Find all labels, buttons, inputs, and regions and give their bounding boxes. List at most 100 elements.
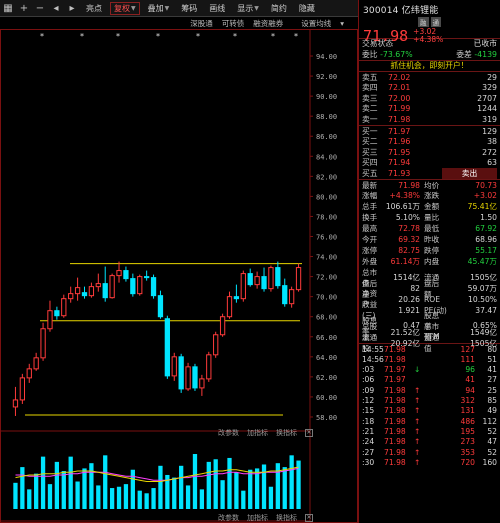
bid-row[interactable]: 买三 71.95 272 <box>359 147 500 158</box>
tick-row: :27 71.98 ↑ 353 52 <box>359 447 500 457</box>
display-button[interactable]: 显示 ▼ <box>233 2 263 15</box>
stat-row: 今开 69.32 昨收 68.96 <box>359 234 500 245</box>
ask-volume: 1244 <box>477 104 497 114</box>
indicator-bar <box>34 473 39 509</box>
bid-price: 71.97 <box>388 126 411 136</box>
stat-label: 内盘 <box>424 256 440 266</box>
stock-badges: 融 通 <box>363 17 496 27</box>
indicator-bar <box>206 461 211 509</box>
ask-row[interactable]: 卖二 71.99 1244 <box>359 103 500 114</box>
stat-value: 21.52亿 <box>390 327 420 337</box>
ask-row[interactable]: 卖四 72.01 329 <box>359 82 500 93</box>
chips-button[interactable]: 筹码 <box>177 2 201 15</box>
grid-icon[interactable]: ▦ <box>1 1 15 15</box>
y-tick-label: 68.00 <box>316 314 337 322</box>
arrow-up-icon: ↑ <box>414 426 421 436</box>
plus-icon[interactable]: + <box>17 1 31 15</box>
candle-body <box>61 298 67 317</box>
change-pct: +4.38% <box>413 35 444 44</box>
chart-border <box>0 29 358 523</box>
ma-settings-link[interactable]: 设置均线 ▾ <box>292 18 344 29</box>
hide-button[interactable]: 隐藏 <box>295 2 319 15</box>
arrow-left-icon[interactable]: ◂ <box>49 1 63 15</box>
tick-count: 52 <box>487 426 497 436</box>
promo-text[interactable]: 抓住机会，即刻开户！ <box>391 60 469 71</box>
stat-value: 5.10% <box>395 213 420 223</box>
indicator-bar <box>227 457 232 509</box>
tick-row: :18 71.98 ↑ 486 112 <box>359 416 500 426</box>
close-icon[interactable]: ✕ <box>305 513 313 522</box>
ask-book: 卖五 72.02 29 卖四 72.01 329 卖三 72.00 2707 卖二 71.99 124… <box>359 70 500 125</box>
bid-price: 71.95 <box>388 147 411 157</box>
stat-label: 金额 <box>424 202 440 212</box>
ask-volume: 319 <box>482 114 497 124</box>
promo-banner[interactable]: 抓住机会，即刻开户！ <box>359 59 500 71</box>
y-tick-label: 64.00 <box>316 354 337 362</box>
tick-time: :21 <box>362 426 375 436</box>
indicator-bar <box>179 465 184 509</box>
indicator-bar <box>68 456 73 509</box>
arrow-up-icon: ↑ <box>414 406 421 416</box>
edit-params-button[interactable]: 改参数 <box>218 428 239 438</box>
restore-rights-button[interactable]: 复权 ▼ <box>110 1 140 15</box>
y-tick-label: 76.00 <box>316 234 337 242</box>
ask-row[interactable]: 卖五 72.02 29 <box>359 72 500 83</box>
tick-row: :06 71.97 41 27 <box>359 375 500 385</box>
highlight-button[interactable]: 亮点 <box>82 2 106 15</box>
tick-time: :06 <box>362 375 375 385</box>
add-indicator-button[interactable]: 加指标 <box>247 428 268 438</box>
close-icon[interactable]: ✕ <box>305 428 313 437</box>
arrow-right-icon[interactable]: ▸ <box>65 1 79 15</box>
sell-button[interactable]: 卖出 <box>442 167 497 179</box>
switch-indicator-button[interactable]: 换指标 <box>276 513 297 523</box>
y-tick-label: 78.00 <box>316 213 337 221</box>
stat-value: 45.47万 <box>467 256 497 266</box>
bid-row[interactable]: 买四 71.94 63 <box>359 157 500 168</box>
stat-row: 外盘 61.14万 内盘 45.47万 <box>359 256 500 267</box>
simple-button[interactable]: 简约 <box>267 2 291 15</box>
tick-time: :18 <box>362 416 375 426</box>
kline-chart-area: ▦ + − ◂ ▸ 亮点 复权 ▼ 叠加 ▼ 筹码 画线 显示 ▼ 简约 隐藏 深股通… <box>0 0 358 523</box>
y-tick-label: 72.00 <box>316 274 337 282</box>
indicator-bar <box>20 467 25 509</box>
tick-volume: 486 <box>460 416 476 426</box>
indicator-bar <box>275 463 280 509</box>
marker-star: * <box>40 32 44 41</box>
ask-row[interactable]: 卖三 72.00 2707 <box>359 93 500 104</box>
bid-row[interactable]: 买二 71.96 38 <box>359 136 500 147</box>
arrow-up-icon: ↑ <box>414 447 421 457</box>
indicator-bar <box>254 468 260 509</box>
tick-time: :30 <box>362 457 375 467</box>
tick-count: 51 <box>487 354 497 364</box>
quote-panel: 300014 亿纬锂能 融 通 71.98 +3.02 +4.38% 交易状态 … <box>358 0 500 523</box>
y-tick-label: 86.00 <box>316 133 337 141</box>
y-tick-label: 82.00 <box>316 173 337 181</box>
overlay-button[interactable]: 叠加 ▼ <box>144 2 174 15</box>
tick-time: 14:55 <box>362 344 384 354</box>
tick-count: 160 <box>482 457 498 467</box>
bid-row[interactable]: 买一 71.97 129 <box>359 126 500 137</box>
stat-value: 61.14万 <box>390 256 420 266</box>
margin-trading-link[interactable]: 融资融券 <box>253 18 283 29</box>
convertible-bond-link[interactable]: 可转债 <box>222 18 245 29</box>
candle-body <box>199 378 205 389</box>
stat-label: 均价 <box>424 180 440 190</box>
tick-row: :30 71.98 ↑ 720 160 <box>359 457 500 467</box>
tick-price: 71.97 <box>384 375 406 385</box>
minus-icon[interactable]: − <box>33 1 47 15</box>
stat-value: 10.50% <box>468 294 497 304</box>
hk-connect-link[interactable]: 深股通 <box>190 18 213 29</box>
y-tick-label: 88.00 <box>316 113 337 121</box>
indicator-bar <box>109 488 115 509</box>
bid-level-label: 买二 <box>362 137 378 147</box>
indicator-bar <box>75 481 80 509</box>
edit-params-button[interactable]: 改参数 <box>218 513 239 523</box>
add-indicator-button[interactable]: 加指标 <box>247 513 268 523</box>
kline-svg[interactable]: * * * * * * * * 94.00 92.00 90.00 88.00 86.00 84.00 82… <box>0 29 358 523</box>
switch-indicator-button[interactable]: 换指标 <box>276 428 297 438</box>
tick-list: 14:55 71.98 127 80 14:56 71.98 111 51:03 71.97 ↓ 9… <box>359 342 500 468</box>
candle-body <box>295 267 302 291</box>
ask-row[interactable]: 卖一 71.98 319 <box>359 114 500 125</box>
draw-line-button[interactable]: 画线 <box>205 2 229 15</box>
bid-row[interactable]: 买五 71.93 卖出 <box>359 167 500 179</box>
